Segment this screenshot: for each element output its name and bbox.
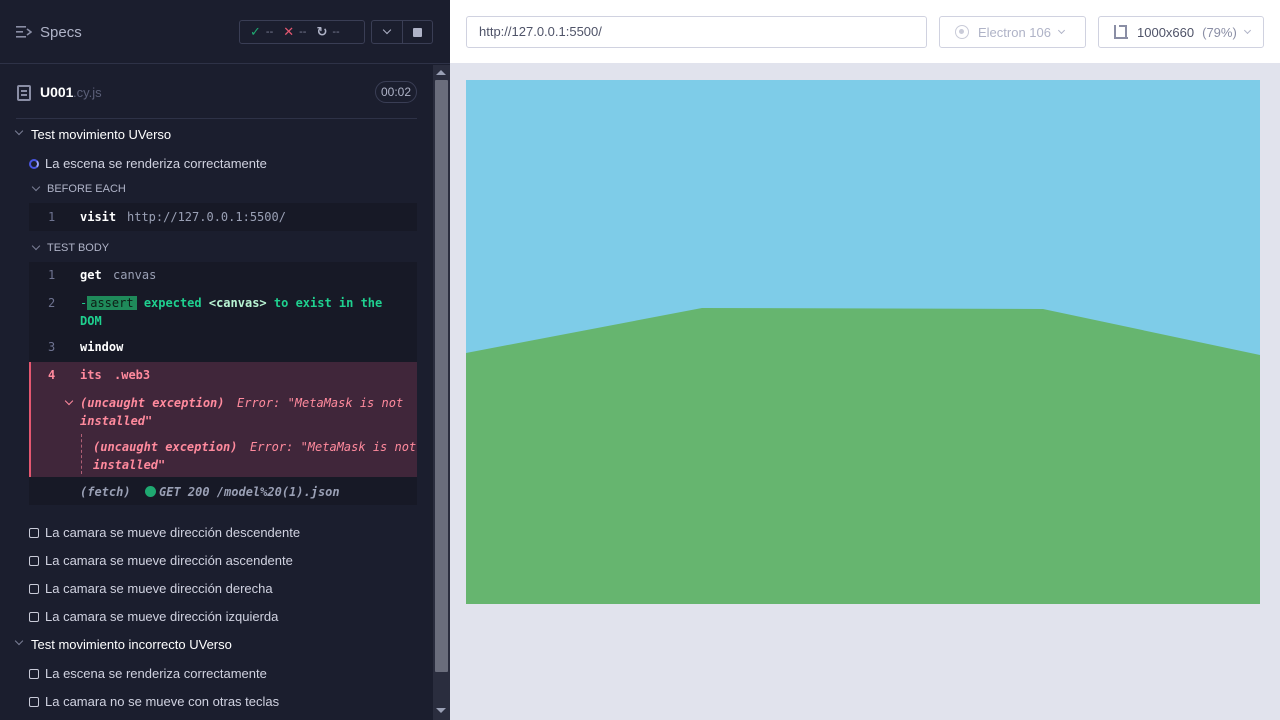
- scrollbar-thumb[interactable]: [435, 80, 448, 672]
- pending-icon: [29, 584, 39, 594]
- document-icon: [17, 85, 31, 101]
- electron-icon: [955, 25, 969, 39]
- assert-badge: assert: [87, 296, 137, 310]
- chevron-down-icon: [1057, 26, 1066, 35]
- chevron-down-icon[interactable]: [31, 241, 41, 251]
- preview-toolbar: http://127.0.0.1:5500/ Electron 106 1000…: [450, 0, 1280, 64]
- scroll-up-arrow-icon[interactable]: [436, 70, 446, 75]
- test-body-commands: 1 get canvas 2 - assert expected <canvas>…: [29, 262, 417, 505]
- command-assert[interactable]: 2 - assert expected <canvas> to exist in …: [29, 294, 417, 330]
- test-title[interactable]: La escena se renderiza correctamente: [45, 666, 267, 681]
- ground-plane: [466, 308, 1260, 604]
- status-dot-icon: [145, 486, 156, 497]
- pending-icon: [29, 612, 39, 622]
- exception-error-cont: installed": [80, 414, 153, 428]
- check-icon: ✓: [250, 24, 261, 39]
- suite-title[interactable]: Test movimiento UVerso: [31, 127, 171, 142]
- passed-count: --: [265, 26, 274, 38]
- test-title[interactable]: La camara se mueve dirección ascendente: [45, 553, 293, 568]
- chevron-down-icon[interactable]: [14, 126, 24, 136]
- command-its-failed[interactable]: 4 its .web3 (uncaught exception) Error: …: [29, 362, 417, 477]
- app-preview-pane: http://127.0.0.1:5500/ Electron 106 1000…: [450, 0, 1280, 720]
- reporter-panel: Specs ✓ -- ✕ -- ↻ -- U001 .cy.js 00:02 T…: [0, 0, 450, 720]
- spec-duration: 00:02: [375, 81, 417, 103]
- test-stats: ✓ -- ✕ -- ↻ --: [239, 20, 365, 44]
- scene-render: [466, 80, 1260, 604]
- exception-label: (uncaught exception): [80, 396, 225, 410]
- viewport-scale: (79%): [1202, 24, 1237, 40]
- url-bar[interactable]: http://127.0.0.1:5500/: [466, 16, 927, 48]
- command-log[interactable]: U001 .cy.js 00:02 Test movimiento UVerso…: [0, 65, 433, 720]
- failed-count: --: [299, 26, 307, 38]
- failed-stat: ✕ --: [283, 24, 306, 40]
- suite-title[interactable]: Test movimiento incorrecto UVerso: [31, 637, 232, 652]
- spinner-icon: ↻: [316, 24, 328, 39]
- pending-icon: [29, 669, 39, 679]
- error-indicator: [29, 362, 31, 477]
- pending-stat: ↻ --: [316, 24, 339, 40]
- test-title[interactable]: La camara se mueve dirección derecha: [45, 581, 273, 596]
- ruler-icon: [1114, 25, 1128, 39]
- running-spinner-icon: [29, 159, 39, 169]
- nested-exception-label: (uncaught exception): [93, 440, 238, 454]
- stop-button[interactable]: [403, 21, 433, 43]
- pending-icon: [29, 556, 39, 566]
- specs-list-icon[interactable]: [16, 25, 32, 39]
- pending-icon: [29, 528, 39, 538]
- toggle-auto-scroll-button[interactable]: [372, 21, 403, 43]
- before-each-commands: 1 visit http://127.0.0.1:5500/: [29, 203, 417, 231]
- specs-title[interactable]: Specs: [40, 24, 82, 41]
- pending-icon: [29, 697, 39, 707]
- test-title[interactable]: La escena se renderiza correctamente: [45, 156, 267, 171]
- test-title[interactable]: La camara no se mueve con otras teclas: [45, 694, 279, 709]
- app-under-test-canvas[interactable]: [466, 80, 1260, 604]
- viewport-size: 1000x660: [1137, 24, 1195, 40]
- browser-name: Electron 106: [978, 24, 1051, 40]
- scroll-down-arrow-icon[interactable]: [436, 708, 446, 713]
- nested-exception-error-cont: installed": [93, 458, 166, 472]
- run-controls: [371, 20, 433, 44]
- pending-count: --: [332, 26, 340, 38]
- hook-test-body[interactable]: TEST BODY: [47, 242, 109, 254]
- specs-header: Specs ✓ -- ✕ -- ↻ --: [0, 0, 450, 64]
- hook-before-each[interactable]: BEFORE EACH: [47, 183, 126, 195]
- chevron-down-icon: [382, 25, 391, 35]
- test-title[interactable]: La camara se mueve dirección descendente: [45, 525, 300, 540]
- spec-file-ext: .cy.js: [73, 85, 102, 100]
- spec-file-name: U001: [40, 84, 74, 100]
- chevron-down-icon: [1243, 26, 1251, 35]
- test-title[interactable]: La camara se mueve dirección izquierda: [45, 609, 278, 624]
- chevron-down-icon[interactable]: [64, 396, 74, 406]
- exception-error: Error: "MetaMask is not: [237, 396, 404, 410]
- chevron-down-icon[interactable]: [31, 182, 41, 192]
- nested-exception-error: Error: "MetaMask is not: [250, 440, 417, 454]
- browser-selector[interactable]: Electron 106: [939, 16, 1086, 48]
- x-icon: ✕: [283, 24, 295, 39]
- viewport-selector[interactable]: 1000x660 (79%): [1098, 16, 1264, 48]
- spec-file-header: U001 .cy.js 00:02: [16, 81, 417, 119]
- chevron-down-icon[interactable]: [14, 636, 24, 646]
- passed-stat: ✓ --: [250, 24, 273, 40]
- stop-icon: [412, 27, 422, 37]
